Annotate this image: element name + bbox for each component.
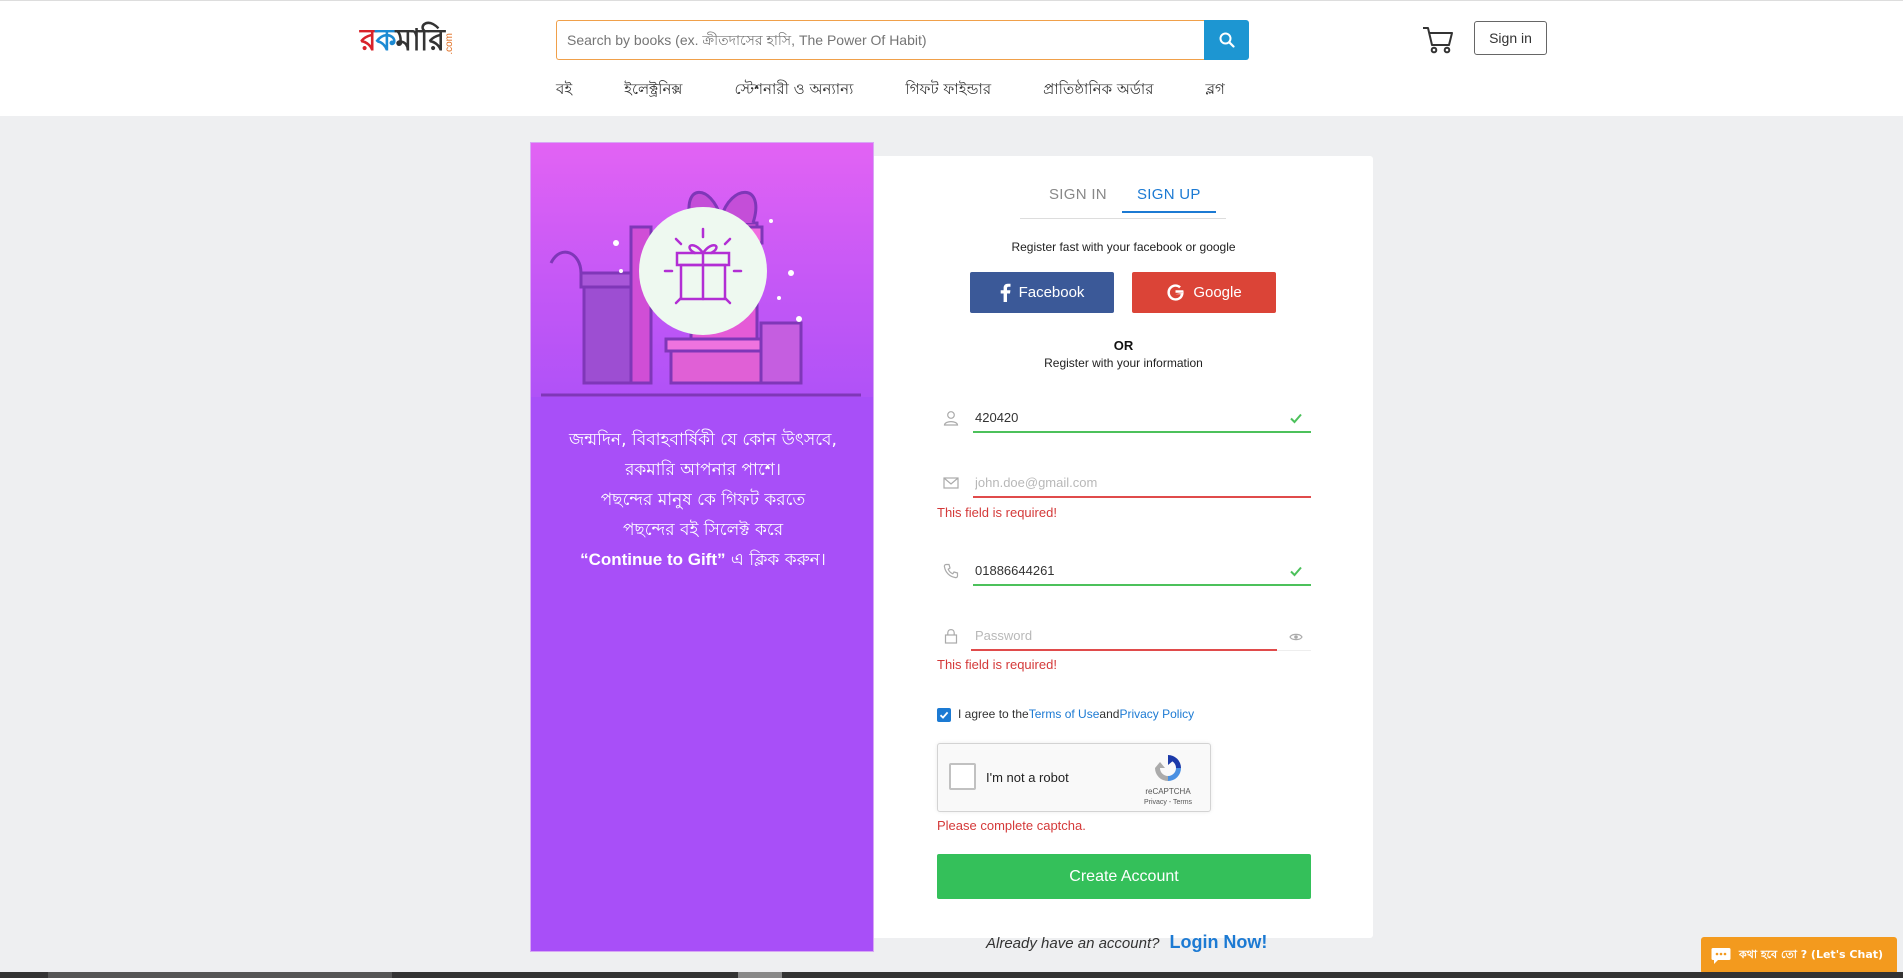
phone-field xyxy=(937,556,1311,586)
promo-line-3: পছন্দের মানুষ কে গিফট করতে xyxy=(600,490,806,510)
facebook-button[interactable]: Facebook xyxy=(970,272,1114,313)
tabs-divider xyxy=(1020,218,1226,219)
recaptcha-brand: reCAPTCHA xyxy=(1145,787,1191,796)
valid-check-icon xyxy=(1290,566,1302,577)
agree-checkbox[interactable] xyxy=(937,708,951,722)
search-bar xyxy=(556,20,1249,60)
continue-to-gift-quote: “Continue to Gift” xyxy=(580,550,726,569)
name-input[interactable] xyxy=(973,403,1311,433)
envelope-icon xyxy=(943,477,959,489)
email-input[interactable] xyxy=(973,468,1311,498)
phone-icon xyxy=(943,563,959,579)
auth-tabs: SIGN IN SIGN UP xyxy=(1034,186,1216,213)
terms-of-use-link[interactable]: Terms of Use xyxy=(1029,707,1100,721)
or-divider: OR xyxy=(1113,338,1134,353)
gift-illustration xyxy=(531,143,873,397)
google-label: Google xyxy=(1193,284,1242,301)
nav-item-electronics[interactable]: ইলেক্ট্রনিক্স xyxy=(624,77,682,101)
bottom-bar-segment xyxy=(738,972,782,978)
cart-icon xyxy=(1423,27,1453,54)
register-info-title: Register with your information xyxy=(1044,356,1203,370)
nav-item-stationery[interactable]: স্টেশনারী ও অন্যান্য xyxy=(734,77,853,101)
chat-bubble-icon xyxy=(1711,947,1731,964)
tab-sign-in[interactable]: SIGN IN xyxy=(1034,186,1122,213)
social-register-title: Register fast with your facebook or goog… xyxy=(1011,240,1236,254)
main-nav: বই ইলেক্ট্রনিক্স স্টেশনারী ও অন্যান্য গি… xyxy=(556,77,1277,101)
recaptcha-label: I'm not a robot xyxy=(986,770,1069,785)
site-logo[interactable]: রকমারি .com xyxy=(360,23,455,59)
agree-terms: I agree to the Terms of Use and Privacy … xyxy=(937,706,1194,722)
checkmark-icon xyxy=(939,711,949,719)
promo-line-5: “Continue to Gift” এ ক্লিক করুন। xyxy=(543,545,863,575)
email-error: This field is required! xyxy=(937,505,1057,520)
promo-line-5-suffix: এ ক্লিক করুন। xyxy=(725,550,826,570)
password-error: This field is required! xyxy=(937,657,1057,672)
tab-sign-up[interactable]: SIGN UP xyxy=(1121,186,1216,213)
email-field xyxy=(937,468,1311,498)
promo-line-2: রকমারি আপনার পাশে। xyxy=(625,460,781,480)
promo-line-1: জন্মদিন, বিবাহবার্ষিকী যে কোন উৎসবে, xyxy=(569,430,837,450)
cart-button[interactable] xyxy=(1422,25,1454,55)
agree-prefix: I agree to the xyxy=(958,707,1029,721)
recaptcha-checkbox[interactable] xyxy=(949,763,976,790)
nav-item-books[interactable]: বই xyxy=(556,77,572,101)
captcha-error: Please complete captcha. xyxy=(937,818,1086,833)
gift-promo-panel: জন্মদিন, বিবাহবার্ষিকী যে কোন উৎসবে, রকম… xyxy=(530,142,874,952)
facebook-label: Facebook xyxy=(1018,284,1085,301)
create-account-button[interactable]: Create Account xyxy=(937,854,1311,899)
logo-part-1: র xyxy=(360,23,376,58)
nav-item-gift-finder[interactable]: গিফট ফাইন্ডার xyxy=(905,77,991,101)
live-chat-label: কথা হবে তো ? (Let's Chat) xyxy=(1739,948,1884,961)
facebook-icon xyxy=(1000,283,1011,302)
recaptcha-logo-icon xyxy=(1155,755,1181,781)
recaptcha-widget: I'm not a robot reCAPTCHA Privacy - Term… xyxy=(937,743,1211,812)
logo-suffix: .com xyxy=(443,33,455,55)
nav-item-blog[interactable]: ব্লগ xyxy=(1205,77,1224,101)
bottom-bar-segment xyxy=(48,972,392,978)
eye-icon[interactable] xyxy=(1289,630,1303,644)
already-account-text: Already have an account? xyxy=(986,935,1160,952)
page-bottom-bar xyxy=(0,972,1903,978)
valid-check-icon xyxy=(1290,413,1302,424)
privacy-policy-link[interactable]: Privacy Policy xyxy=(1119,707,1194,721)
password-input[interactable] xyxy=(973,621,1311,651)
password-error-underline xyxy=(971,649,1277,651)
promo-line-4: পছন্দের বই সিলেক্ট করে xyxy=(622,520,784,540)
user-icon xyxy=(943,411,959,426)
lock-icon xyxy=(944,628,958,644)
search-input[interactable] xyxy=(556,20,1204,60)
agree-and: and xyxy=(1099,707,1120,721)
google-icon xyxy=(1167,284,1184,301)
header-signin-button[interactable]: Sign in xyxy=(1474,21,1547,55)
google-button[interactable]: Google xyxy=(1132,272,1276,313)
search-button[interactable] xyxy=(1204,20,1249,60)
logo-part-3: মারি xyxy=(395,23,445,58)
already-account-row: Already have an account? Login Now! xyxy=(986,932,1267,953)
recaptcha-links[interactable]: Privacy - Terms xyxy=(1128,799,1208,806)
gift-promo-text: জন্মদিন, বিবাহবার্ষিকী যে কোন উৎসবে, রকম… xyxy=(543,425,863,575)
site-header: রকমারি .com Sign in বই ইলেক্ট্রনিক্স স্ট… xyxy=(0,0,1903,116)
logo-part-2: ক xyxy=(375,23,397,58)
live-chat-button[interactable]: কথা হবে তো ? (Let's Chat) xyxy=(1701,937,1897,974)
password-field xyxy=(937,621,1311,651)
signup-card: SIGN IN SIGN UP Register fast with your … xyxy=(874,156,1373,938)
nav-item-corporate-order[interactable]: প্রাতিষ্ঠানিক অর্ডার xyxy=(1043,77,1153,101)
search-icon xyxy=(1219,32,1235,48)
name-field xyxy=(937,403,1311,433)
login-now-link[interactable]: Login Now! xyxy=(1169,932,1267,953)
gift-boxes-illustration xyxy=(541,190,861,397)
phone-input[interactable] xyxy=(973,556,1311,586)
